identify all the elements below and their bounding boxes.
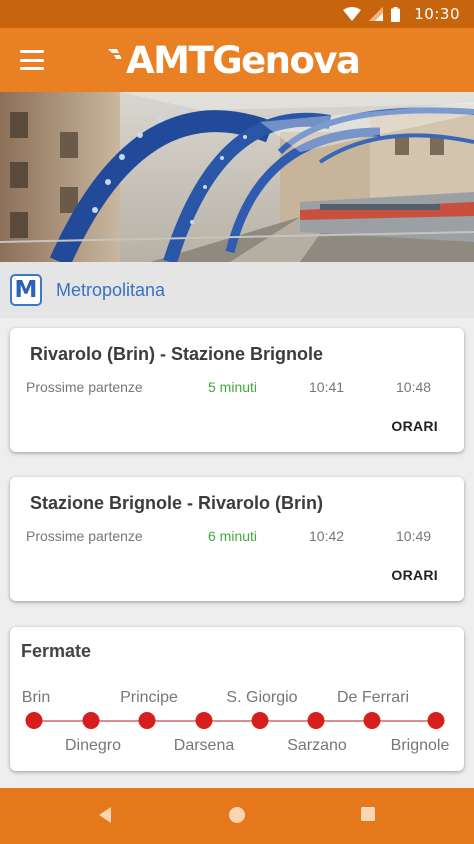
app-logo: AMTGenova [108, 36, 361, 84]
route-title: Stazione Brignole - Rivarolo (Brin) [30, 493, 324, 513]
stop-label-sarzano: Sarzano [287, 737, 347, 754]
status-bar: 10:30 [0, 0, 474, 28]
back-icon[interactable] [97, 806, 113, 829]
stops-title: Fermate [21, 641, 92, 661]
wifi-icon [343, 7, 362, 21]
stop-label-de-ferrari: De Ferrari [336, 689, 410, 706]
stops-card: Fermate Brin Principe S. Giorgio De Ferr… [10, 627, 464, 771]
departures-row: Prossime partenze 5 minuti 10:41 10:48 [26, 379, 446, 399]
logo-text: AMTGenova [126, 38, 361, 82]
app-bar: AMTGenova [0, 28, 474, 92]
next-departure-minutes: 5 minuti [208, 379, 258, 395]
hero-image [0, 92, 474, 262]
departure-time: 10:48 [396, 379, 432, 395]
route-card[interactable]: Stazione Brignole - Rivarolo (Brin) Pros… [10, 477, 464, 601]
metro-icon: M [10, 274, 42, 306]
next-departure-minutes: 6 minuti [208, 528, 258, 544]
menu-icon[interactable] [20, 50, 44, 70]
orari-button[interactable]: ORARI [391, 418, 438, 434]
section-header: M Metropolitana [0, 262, 474, 318]
battery-icon [391, 6, 401, 22]
departures-label: Prossime partenze [26, 528, 143, 544]
logo-mark-icon [108, 49, 122, 59]
departures-row: Prossime partenze 6 minuti 10:42 10:49 [26, 528, 446, 548]
home-icon[interactable] [228, 806, 246, 829]
stop-dot-de-ferrari[interactable] [363, 712, 381, 729]
departure-time: 10:41 [309, 379, 345, 395]
stop-label-brin: Brin [21, 689, 51, 706]
orari-button[interactable]: ORARI [391, 567, 438, 583]
section-title: Metropolitana [56, 279, 166, 300]
stop-label-dinegro: Dinegro [64, 737, 122, 754]
stop-dot-brignole[interactable] [427, 712, 445, 729]
recents-icon[interactable] [360, 806, 376, 827]
stop-dot-principe[interactable] [138, 712, 156, 729]
route-card[interactable]: Rivarolo (Brin) - Stazione Brignole Pros… [10, 328, 464, 452]
stop-label-darsena: Darsena [173, 737, 235, 754]
status-time: 10:30 [414, 5, 460, 23]
stop-dot-brin[interactable] [25, 712, 43, 729]
stop-dot-sarzano[interactable] [307, 712, 325, 729]
route-title: Rivarolo (Brin) - Stazione Brignole [30, 344, 324, 364]
departure-time: 10:49 [396, 528, 432, 544]
stop-label-s-giorgio: S. Giorgio [226, 689, 298, 706]
signal-icon [369, 7, 384, 21]
departures-label: Prossime partenze [26, 379, 143, 395]
stop-dot-dinegro[interactable] [82, 712, 100, 729]
stop-dot-darsena[interactable] [195, 712, 213, 729]
stop-label-brignole: Brignole [390, 737, 450, 754]
stop-label-principe: Principe [120, 689, 178, 706]
stop-dot-s-giorgio[interactable] [251, 712, 269, 729]
system-nav-bar [0, 788, 474, 844]
departure-time: 10:42 [309, 528, 345, 544]
